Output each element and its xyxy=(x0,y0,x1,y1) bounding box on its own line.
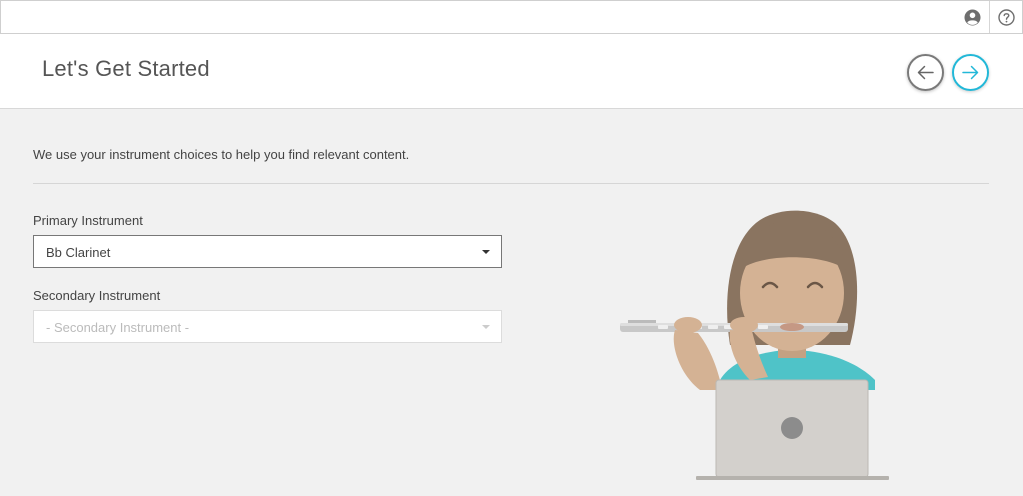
help-circle-icon[interactable] xyxy=(998,9,1015,26)
arrow-right-icon xyxy=(962,65,979,80)
page-header: Let's Get Started xyxy=(0,34,1023,109)
account-circle-icon[interactable] xyxy=(964,9,981,26)
top-bar-divider xyxy=(989,1,990,33)
secondary-instrument-placeholder: - Secondary Instrument - xyxy=(46,320,190,335)
secondary-instrument-select[interactable]: - Secondary Instrument - xyxy=(33,310,502,343)
top-bar xyxy=(0,0,1023,34)
flute-player-illustration xyxy=(620,210,889,480)
intro-text: We use your instrument choices to help y… xyxy=(33,147,410,162)
caret-down-icon xyxy=(482,250,490,254)
caret-down-icon xyxy=(482,325,490,329)
secondary-instrument-label: Secondary Instrument xyxy=(33,288,161,303)
section-divider xyxy=(33,183,989,184)
next-button[interactable] xyxy=(952,54,989,91)
primary-instrument-select[interactable]: Bb Clarinet xyxy=(33,235,502,268)
primary-instrument-value: Bb Clarinet xyxy=(46,245,111,260)
primary-instrument-label: Primary Instrument xyxy=(33,213,143,228)
back-button[interactable] xyxy=(907,54,944,91)
arrow-left-icon xyxy=(917,65,934,80)
page-title: Let's Get Started xyxy=(42,56,210,81)
